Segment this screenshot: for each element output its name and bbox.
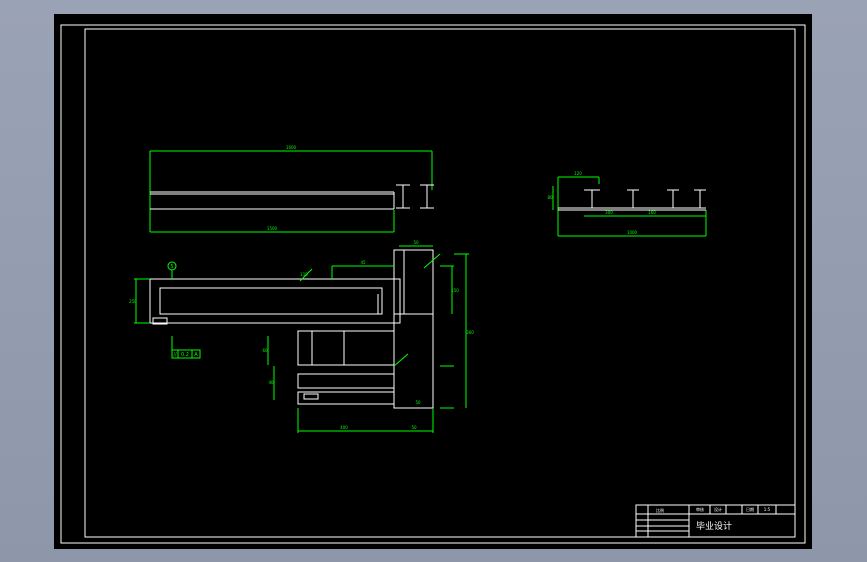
fcf-symbol: // — [173, 352, 177, 358]
plan-dim-h1-text: 45 — [360, 260, 366, 265]
plan-bottom-rail-1 — [297, 373, 395, 389]
plan-dim-right2-text: 150 — [451, 288, 459, 293]
plan-clamp-bottom — [303, 393, 319, 400]
tb-title: 毕业设计 — [696, 520, 732, 532]
plan-main-frame — [149, 278, 401, 324]
tb-scale: 1:5 — [764, 507, 771, 512]
plan-dim-mid-text: 110 — [300, 272, 308, 277]
side-overall-dim-text: 1000 — [627, 230, 638, 235]
tb-label-r3: 设计 — [714, 506, 722, 512]
front-base-dim-text: 1500 — [267, 226, 278, 231]
side-ibeam-1 — [584, 189, 600, 208]
plan-dim-h-lower-text: 50 — [415, 400, 421, 405]
tb-label-r4: 日期 — [746, 506, 754, 512]
fcf-datum: A — [194, 352, 198, 358]
plan-dim-h2-text: 50 — [413, 240, 419, 245]
fcf-tolerance: 0.2 — [181, 352, 189, 358]
side-ibeam-4 — [694, 189, 706, 208]
front-view: 1600 1500 — [149, 145, 434, 233]
plan-balloon-text: 5 — [170, 264, 173, 270]
side-view: 120 300 160 1000 80 — [547, 171, 707, 237]
plan-dim-small-text: 40 — [268, 380, 274, 385]
side-height-dim-text: 80 — [547, 195, 553, 200]
plan-dim-left-text: 250 — [129, 299, 137, 304]
drawing-sheet: 1600 1500 120 300 160 1000 80 5 // 0.2 A… — [54, 14, 812, 549]
plan-view: 5 // 0.2 A 250 45 50 360 150 400 50 60 4… — [129, 240, 474, 433]
inner-frame — [84, 28, 796, 538]
side-seg-dim-2-text: 160 — [648, 210, 656, 215]
plan-dim-bottom-text: 400 — [340, 425, 348, 430]
front-ibeam-1 — [396, 184, 410, 209]
plan-leader-2 — [393, 353, 409, 367]
tb-label-r2: 审核 — [696, 506, 704, 512]
side-ibeam-3 — [667, 189, 679, 208]
side-ibeam-2 — [627, 189, 639, 208]
fcf: // 0.2 A — [171, 349, 201, 359]
tb-label-r1: 比例 — [656, 507, 664, 513]
plan-leader-3 — [423, 253, 441, 269]
side-seg-dim-1-text: 300 — [605, 210, 613, 215]
title-block: 毕业设计 比例 审核 设计 日期 1:5 — [635, 504, 796, 538]
drawing-canvas: 1600 1500 120 300 160 1000 80 5 // 0.2 A… — [60, 24, 806, 544]
front-overall-dim-text: 1600 — [286, 145, 297, 150]
plan-inner-frame — [159, 287, 383, 315]
cad-viewport[interactable]: 1600 1500 120 300 160 1000 80 5 // 0.2 A… — [0, 0, 867, 562]
side-top-dim-text: 120 — [574, 171, 582, 176]
plan-dim-right-text: 360 — [466, 330, 474, 335]
plan-dim-bottom2-text: 50 — [411, 425, 417, 430]
plan-right-block — [393, 249, 434, 409]
plan-dim-v1-text: 60 — [262, 348, 268, 353]
